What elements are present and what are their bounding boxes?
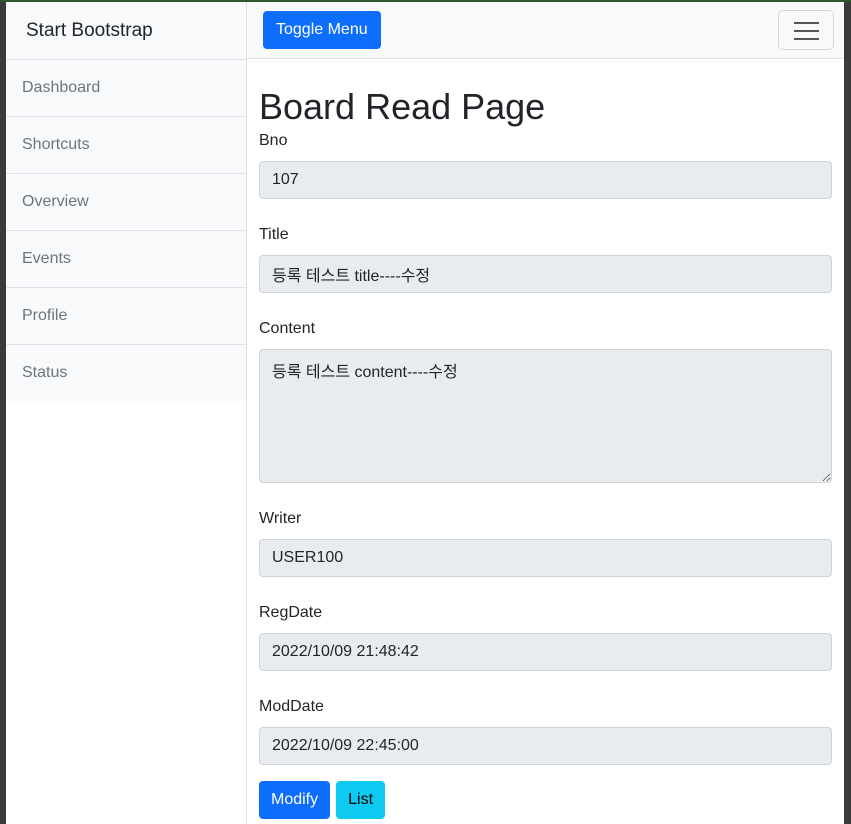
toggle-menu-button[interactable]: Toggle Menu bbox=[263, 11, 381, 49]
page-content-wrapper: Toggle Menu Board Read Page Bno Title Co… bbox=[247, 2, 844, 824]
moddate-field[interactable] bbox=[259, 727, 832, 765]
moddate-label: ModDate bbox=[259, 698, 324, 715]
regdate-field[interactable] bbox=[259, 633, 832, 671]
title-field[interactable] bbox=[259, 255, 832, 293]
title-label: Title bbox=[259, 226, 289, 243]
bno-group: Bno bbox=[259, 129, 832, 199]
sidebar-item-overview[interactable]: Overview bbox=[6, 174, 246, 231]
bno-label: Bno bbox=[259, 132, 288, 149]
hamburger-menu-icon bbox=[794, 22, 819, 24]
regdate-group: RegDate bbox=[259, 601, 832, 671]
hamburger-menu-icon bbox=[794, 30, 819, 32]
list-button[interactable]: List bbox=[336, 781, 386, 819]
modify-button[interactable]: Modify bbox=[259, 781, 331, 819]
navbar-toggler-button[interactable] bbox=[778, 10, 834, 50]
action-buttons: Modify List bbox=[259, 781, 832, 819]
sidebar-item-dashboard[interactable]: Dashboard bbox=[6, 60, 246, 117]
writer-field[interactable] bbox=[259, 539, 832, 577]
browser-viewport: Start Bootstrap Dashboard Shortcuts Over… bbox=[6, 2, 844, 824]
content-textarea[interactable]: 등록 테스트 content----수정 bbox=[259, 349, 832, 483]
title-group: Title bbox=[259, 223, 832, 293]
writer-label: Writer bbox=[259, 510, 302, 527]
sidebar-item-events[interactable]: Events bbox=[6, 231, 246, 288]
writer-group: Writer bbox=[259, 507, 832, 577]
moddate-group: ModDate bbox=[259, 695, 832, 765]
sidebar-heading[interactable]: Start Bootstrap bbox=[6, 2, 246, 60]
page-title: Board Read Page bbox=[259, 86, 546, 127]
sidebar: Start Bootstrap Dashboard Shortcuts Over… bbox=[6, 2, 247, 824]
top-navbar: Toggle Menu bbox=[247, 2, 844, 59]
sidebar-item-status[interactable]: Status bbox=[6, 345, 246, 401]
hamburger-menu-icon bbox=[794, 38, 819, 40]
bno-field[interactable] bbox=[259, 161, 832, 199]
sidebar-item-shortcuts[interactable]: Shortcuts bbox=[6, 117, 246, 174]
content-group: Content 등록 테스트 content----수정 bbox=[259, 317, 832, 483]
content-label: Content bbox=[259, 320, 316, 337]
main-content: Board Read Page Bno Title Content 등록 테스트… bbox=[247, 86, 844, 819]
sidebar-item-profile[interactable]: Profile bbox=[6, 288, 246, 345]
regdate-label: RegDate bbox=[259, 604, 323, 621]
